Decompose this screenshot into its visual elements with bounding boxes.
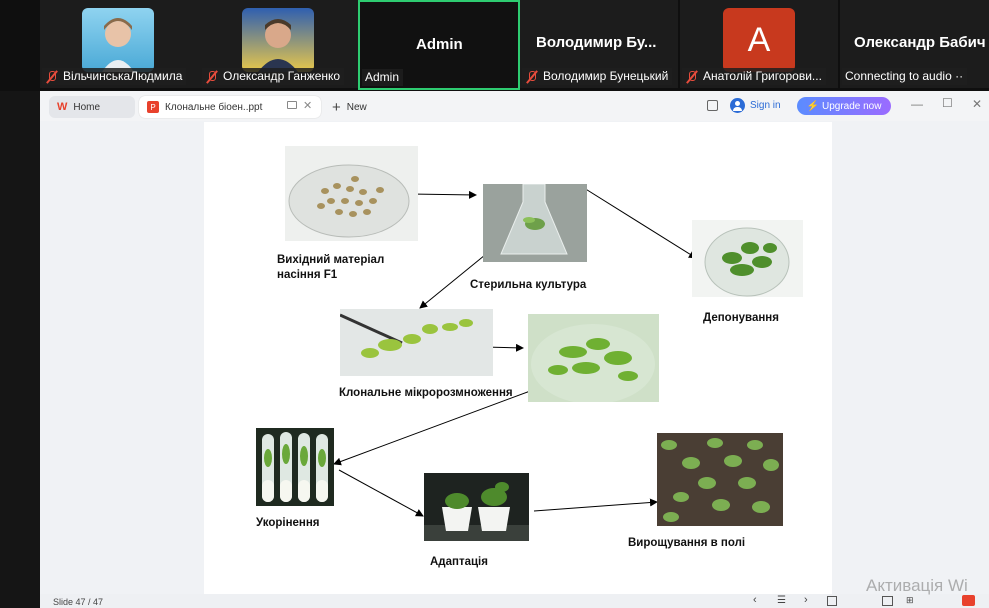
participant-nameplate: Connecting to audio ·· — [842, 68, 968, 85]
windows-activation-watermark: Активація Wi — [866, 576, 968, 595]
participant-title: Олександр Бабич — [854, 34, 986, 51]
participant-name: Connecting to audio ·· — [845, 69, 964, 83]
deposit-flask-image — [692, 220, 803, 297]
slide-sorter-icon[interactable] — [882, 596, 893, 606]
petri-dish-icon — [285, 146, 418, 241]
mic-muted-icon — [205, 70, 219, 84]
sterile-culture-image — [483, 184, 587, 262]
participant-nameplate: Олександр Ганженко — [202, 68, 345, 85]
mic-muted-icon — [45, 70, 59, 84]
label-rooting: Укорінення — [256, 517, 320, 529]
tab-home[interactable]: W Home — [49, 96, 135, 118]
participant-title: Володимир Бу... — [536, 34, 657, 51]
seeds-petri-dish-image — [285, 146, 418, 241]
participant-tile[interactable]: Олександр Ганженко — [200, 0, 358, 88]
lightning-icon: ⚡ — [806, 100, 819, 112]
sign-in-button[interactable]: Sign in — [730, 98, 781, 113]
participant-nameplate: ВільчинськаЛюдмила — [42, 68, 187, 85]
upgrade-button[interactable]: ⚡ Upgrade now — [797, 97, 891, 115]
next-slide-icon[interactable]: › — [804, 594, 808, 606]
new-tab-button[interactable]: + New — [332, 96, 367, 118]
user-icon — [730, 98, 745, 113]
normal-view-icon[interactable] — [827, 596, 837, 606]
participant-tile-active[interactable]: Admin Admin — [358, 0, 520, 90]
participant-nameplate: Анатолій Григорови... — [682, 68, 826, 85]
participant-tile[interactable]: A Анатолій Григорови... — [680, 0, 838, 88]
participant-title: Admin — [416, 36, 463, 53]
test-tubes-icon — [256, 428, 334, 506]
field-rows-icon — [657, 433, 783, 526]
monitor-icon[interactable] — [287, 101, 297, 109]
label-micropropagation: Клональне мікророзмноження — [339, 387, 513, 399]
flask-icon — [483, 184, 587, 262]
participant-tile[interactable]: Володимир Бу... Володимир Бунецький — [520, 0, 678, 88]
play-slideshow-icon[interactable] — [962, 595, 975, 606]
slide-counter: Slide 47 / 47 — [53, 597, 104, 607]
person-photo-icon — [258, 19, 298, 72]
plus-icon: + — [332, 98, 341, 116]
label-source-material: Вихідний матеріал — [277, 254, 385, 266]
participant-avatar — [242, 8, 314, 72]
participant-initial-avatar: A — [723, 8, 795, 72]
sign-in-label: Sign in — [750, 100, 781, 111]
participant-nameplate: Admin — [362, 69, 404, 86]
participant-name: Володимир Бунецький — [543, 69, 669, 83]
rooting-tubes-image — [256, 428, 334, 506]
prev-slide-icon[interactable]: ‹ — [753, 594, 757, 606]
label-sterile-culture: Стерильна культура — [470, 279, 587, 291]
tab-document[interactable]: P Клональне біоен..ppt ✕ — [139, 96, 321, 118]
participant-tile[interactable]: ВільчинськаЛюдмила — [40, 0, 200, 88]
adaptation-cups-image — [424, 473, 529, 541]
participant-name: Олександр Ганженко — [223, 69, 341, 83]
close-window-icon[interactable]: ✕ — [972, 97, 982, 111]
wps-logo-icon: W — [57, 101, 68, 113]
ppt-file-icon: P — [147, 101, 159, 113]
close-tab-icon[interactable]: ✕ — [303, 99, 312, 112]
video-strip: ВільчинськаЛюдмила Олександр Ганженко Ad… — [0, 0, 989, 91]
tab-document-label: Клональне біоен..ppt — [165, 101, 263, 113]
new-tab-label: New — [346, 101, 367, 113]
notes-icon[interactable]: ☰ — [777, 595, 786, 606]
mic-muted-icon — [525, 70, 539, 84]
plant-cups-icon — [424, 473, 529, 541]
label-deposit: Депонування — [703, 312, 779, 324]
participant-tile[interactable]: Олександр Бабич Connecting to audio ·· — [840, 0, 989, 88]
left-sidebar — [0, 91, 40, 608]
glass-globe-shoots-icon — [528, 314, 659, 402]
upgrade-label: Upgrade now — [821, 100, 882, 112]
person-photo-icon — [102, 18, 134, 72]
presentation-app: W Home P Клональне біоен..ppt ✕ + New Si… — [40, 91, 989, 608]
participant-name: Admin — [365, 70, 400, 84]
label-adaptation: Адаптація — [430, 556, 488, 568]
participant-name: ВільчинськаЛюдмила — [63, 69, 183, 83]
window-copy-icon[interactable] — [707, 100, 718, 111]
mic-muted-icon — [685, 70, 699, 84]
tab-home-label: Home — [73, 101, 101, 113]
participant-nameplate: Володимир Бунецький — [522, 68, 673, 85]
micropropagation-image — [340, 309, 493, 376]
grid-view-icon[interactable]: ⊞ — [906, 595, 914, 606]
minimize-icon[interactable]: — — [911, 97, 923, 111]
label-field-growing: Вирощування в полі — [628, 537, 746, 549]
participant-avatar — [82, 8, 154, 72]
status-bar: Slide 47 / 47 ‹ ☰ › ⊞ — [40, 594, 989, 608]
shoots-globe-image — [528, 314, 659, 402]
title-bar: W Home P Клональне біоен..ppt ✕ + New Si… — [40, 91, 989, 121]
maximize-icon[interactable]: ☐ — [942, 96, 953, 110]
field-cultivation-image — [657, 433, 783, 526]
slide-canvas[interactable]: Вихідний матеріал насіння F1 Стерильна к… — [204, 122, 832, 594]
label-f1-seeds: насіння F1 — [277, 269, 338, 281]
glass-globe-icon — [692, 220, 803, 297]
tweezers-plant-icon — [340, 309, 493, 376]
participant-name: Анатолій Григорови... — [703, 69, 822, 83]
